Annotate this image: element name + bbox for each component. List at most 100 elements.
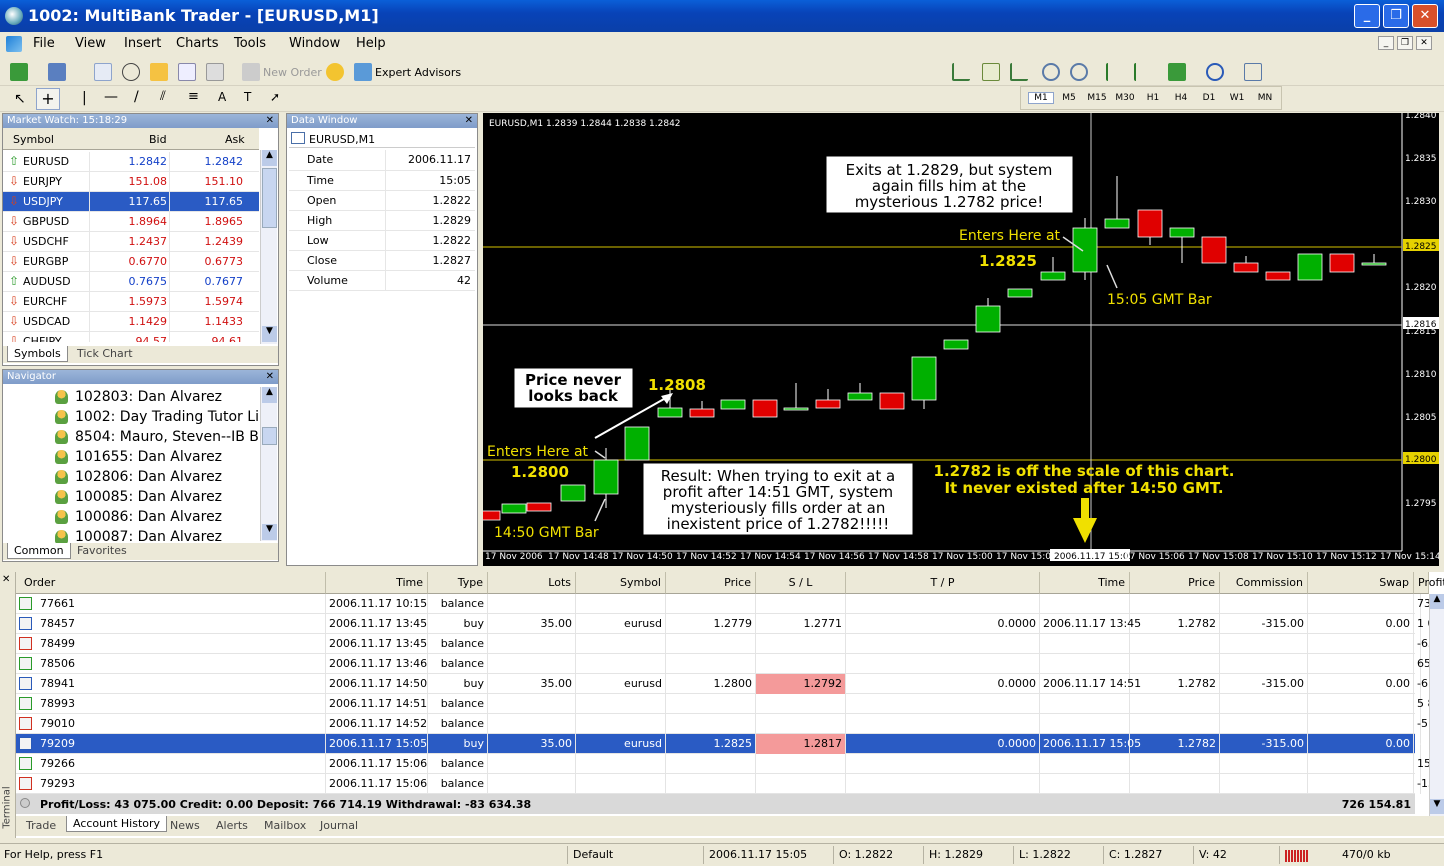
market-watch-row[interactable]: ⇩ CHFJPY 94.57 94.61 — [3, 332, 259, 342]
tab-news[interactable]: News — [164, 818, 206, 834]
tf-m15[interactable]: M15 — [1084, 93, 1110, 103]
tab-symbols[interactable]: Symbols — [7, 346, 68, 362]
zoom-out-icon[interactable] — [1070, 63, 1088, 81]
terminal-close-icon[interactable]: ✕ — [2, 574, 10, 585]
new-order-icon[interactable] — [242, 63, 260, 81]
scroll-down-icon[interactable]: ▼ — [262, 326, 277, 342]
navigator-account-item[interactable]: 100087: Dan Alvarez — [3, 527, 259, 543]
cursor-icon[interactable]: ↖ — [14, 91, 26, 107]
expert-advisors-button[interactable]: Expert Advisors — [375, 66, 461, 79]
navigator-account-item[interactable]: 1002: Day Trading Tutor Live — [3, 407, 259, 427]
col-commission[interactable]: Commission — [1220, 572, 1308, 594]
periods-icon[interactable] — [1206, 63, 1224, 81]
menu-charts[interactable]: Charts — [176, 36, 219, 51]
menu-help[interactable]: Help — [356, 36, 386, 51]
menu-file[interactable]: File — [33, 36, 55, 51]
navigator-account-item[interactable]: 8504: Mauro, Steven--IB Blac — [3, 427, 259, 447]
profiles-icon[interactable] — [48, 63, 66, 81]
col-close-price[interactable]: Price — [1130, 572, 1220, 594]
col-price[interactable]: Price — [666, 572, 756, 594]
tab-journal[interactable]: Journal — [314, 818, 364, 834]
col-symbol[interactable]: Symbol — [13, 133, 54, 146]
history-row[interactable]: 78941 2006.11.17 14:50 buy 35.00 eurusd 1.280… — [16, 674, 1444, 694]
col-close-time[interactable]: Time — [1040, 572, 1130, 594]
expert-advisors-icon[interactable] — [354, 63, 372, 81]
col-bid[interactable]: Bid — [149, 133, 167, 146]
menu-window[interactable]: Window — [289, 36, 340, 51]
tab-favorites[interactable]: Favorites — [71, 543, 133, 559]
equidistant-channel-icon[interactable]: ⫽ — [160, 89, 166, 104]
new-chart-icon[interactable] — [10, 63, 28, 81]
tf-w1[interactable]: W1 — [1224, 93, 1250, 103]
metaeditor-icon[interactable] — [326, 63, 344, 81]
tester-icon[interactable] — [206, 63, 224, 81]
price-chart[interactable]: EURUSD,M1 1.2839 1.2844 1.2838 1.2842 1.2… — [483, 113, 1439, 566]
market-watch-row[interactable]: ⇧ EURUSD 1.2842 1.2842 — [3, 152, 259, 172]
market-watch-row[interactable]: ⇩ GBPUSD 1.8964 1.8965 — [3, 212, 259, 232]
market-watch-row[interactable]: ⇩ EURJPY 151.08 151.10 — [3, 172, 259, 192]
vertical-line-icon[interactable]: | — [82, 90, 87, 106]
tab-common[interactable]: Common — [7, 543, 71, 559]
mdi-restore-button[interactable]: ❐ — [1397, 36, 1413, 50]
tab-tick-chart[interactable]: Tick Chart — [71, 346, 139, 362]
nav-scroll-thumb[interactable] — [262, 427, 277, 445]
col-tp[interactable]: T / P — [846, 572, 1040, 594]
market-watch-scrollbar[interactable]: ▲ ▼ — [260, 150, 277, 344]
history-row[interactable]: 792662006.11.17 15:06balance 15 365.00 — [16, 754, 1444, 774]
history-row[interactable]: 776612006.11.17 10:15balance 735.00 — [16, 594, 1444, 614]
col-symbol[interactable]: Symbol — [576, 572, 666, 594]
terminal-icon[interactable] — [178, 63, 196, 81]
text-label-icon[interactable]: T — [244, 90, 251, 104]
bar-chart-icon[interactable] — [952, 63, 970, 81]
menu-insert[interactable]: Insert — [124, 36, 161, 51]
navigator-scrollbar[interactable]: ▲ ▼ — [260, 387, 277, 541]
tf-h1[interactable]: H1 — [1140, 93, 1166, 103]
line-chart-icon[interactable] — [1010, 63, 1028, 81]
tab-mailbox[interactable]: Mailbox — [258, 818, 312, 834]
auto-scroll-icon[interactable] — [1106, 63, 1124, 81]
col-type[interactable]: Type — [428, 572, 488, 594]
nav-scroll-up-icon[interactable]: ▲ — [262, 387, 277, 403]
scroll-thumb[interactable] — [262, 168, 277, 228]
history-row[interactable]: 789932006.11.17 14:51balance 5 877.90 — [16, 694, 1444, 714]
col-swap[interactable]: Swap — [1308, 572, 1414, 594]
market-watch-icon[interactable] — [94, 63, 112, 81]
tab-alerts[interactable]: Alerts — [210, 818, 254, 834]
terminal-scrollbar[interactable]: ▲ ▼ — [1429, 594, 1444, 816]
zoom-in-icon[interactable] — [1042, 63, 1060, 81]
col-lots[interactable]: Lots — [488, 572, 576, 594]
data-window-close-icon[interactable]: ✕ — [465, 114, 473, 128]
navigator-account-item[interactable]: 100085: Dan Alvarez — [3, 487, 259, 507]
tab-trade[interactable]: Trade — [20, 818, 62, 834]
market-watch-row[interactable]: ⇩ USDCAD 1.1429 1.1433 — [3, 312, 259, 332]
history-row[interactable]: 790102006.11.17 14:52balance -5 877.90 — [16, 714, 1444, 734]
close-button[interactable]: ✕ — [1412, 4, 1438, 28]
market-watch-row[interactable]: ⇩ USDJPY 117.65 117.65 — [3, 192, 259, 212]
navigator-account-item[interactable]: 102806: Dan Alvarez — [3, 467, 259, 487]
crosshair-icon[interactable]: + — [36, 88, 60, 110]
tab-account-history[interactable]: Account History — [66, 816, 168, 832]
navigator-account-item[interactable]: 100086: Dan Alvarez — [3, 507, 259, 527]
nav-scroll-down-icon[interactable]: ▼ — [262, 524, 277, 540]
minimize-button[interactable]: _ — [1354, 4, 1380, 28]
term-scroll-down-icon[interactable]: ▼ — [1430, 799, 1444, 814]
arrows-icon[interactable]: ➚ — [270, 90, 280, 104]
history-row[interactable]: 78457 2006.11.17 13:45 buy 35.00 eurusd 1.277… — [16, 614, 1444, 634]
templates-icon[interactable] — [1244, 63, 1262, 81]
tf-m30[interactable]: M30 — [1112, 93, 1138, 103]
tf-h4[interactable]: H4 — [1168, 93, 1194, 103]
fibonacci-icon[interactable]: ≡ — [188, 89, 199, 104]
candlesticks-icon[interactable] — [982, 63, 1000, 81]
history-row[interactable]: 792932006.11.17 15:06balance -15 365.00 — [16, 774, 1444, 794]
col-profit[interactable]: Profit — [1414, 572, 1444, 594]
data-window-icon[interactable] — [122, 63, 140, 81]
market-watch-row[interactable]: ⇩ USDCHF 1.2437 1.2439 — [3, 232, 259, 252]
navigator-account-item[interactable]: 102803: Dan Alvarez — [3, 387, 259, 407]
history-row[interactable]: 785062006.11.17 13:46balance 653.10 — [16, 654, 1444, 674]
term-scroll-up-icon[interactable]: ▲ — [1430, 594, 1444, 609]
col-time[interactable]: Time — [326, 572, 428, 594]
chart-shift-icon[interactable] — [1134, 63, 1152, 81]
history-row[interactable]: 784992006.11.17 13:45balance -653.10 — [16, 634, 1444, 654]
navigator-account-item[interactable]: 101655: Dan Alvarez — [3, 447, 259, 467]
tf-m5[interactable]: M5 — [1056, 93, 1082, 103]
